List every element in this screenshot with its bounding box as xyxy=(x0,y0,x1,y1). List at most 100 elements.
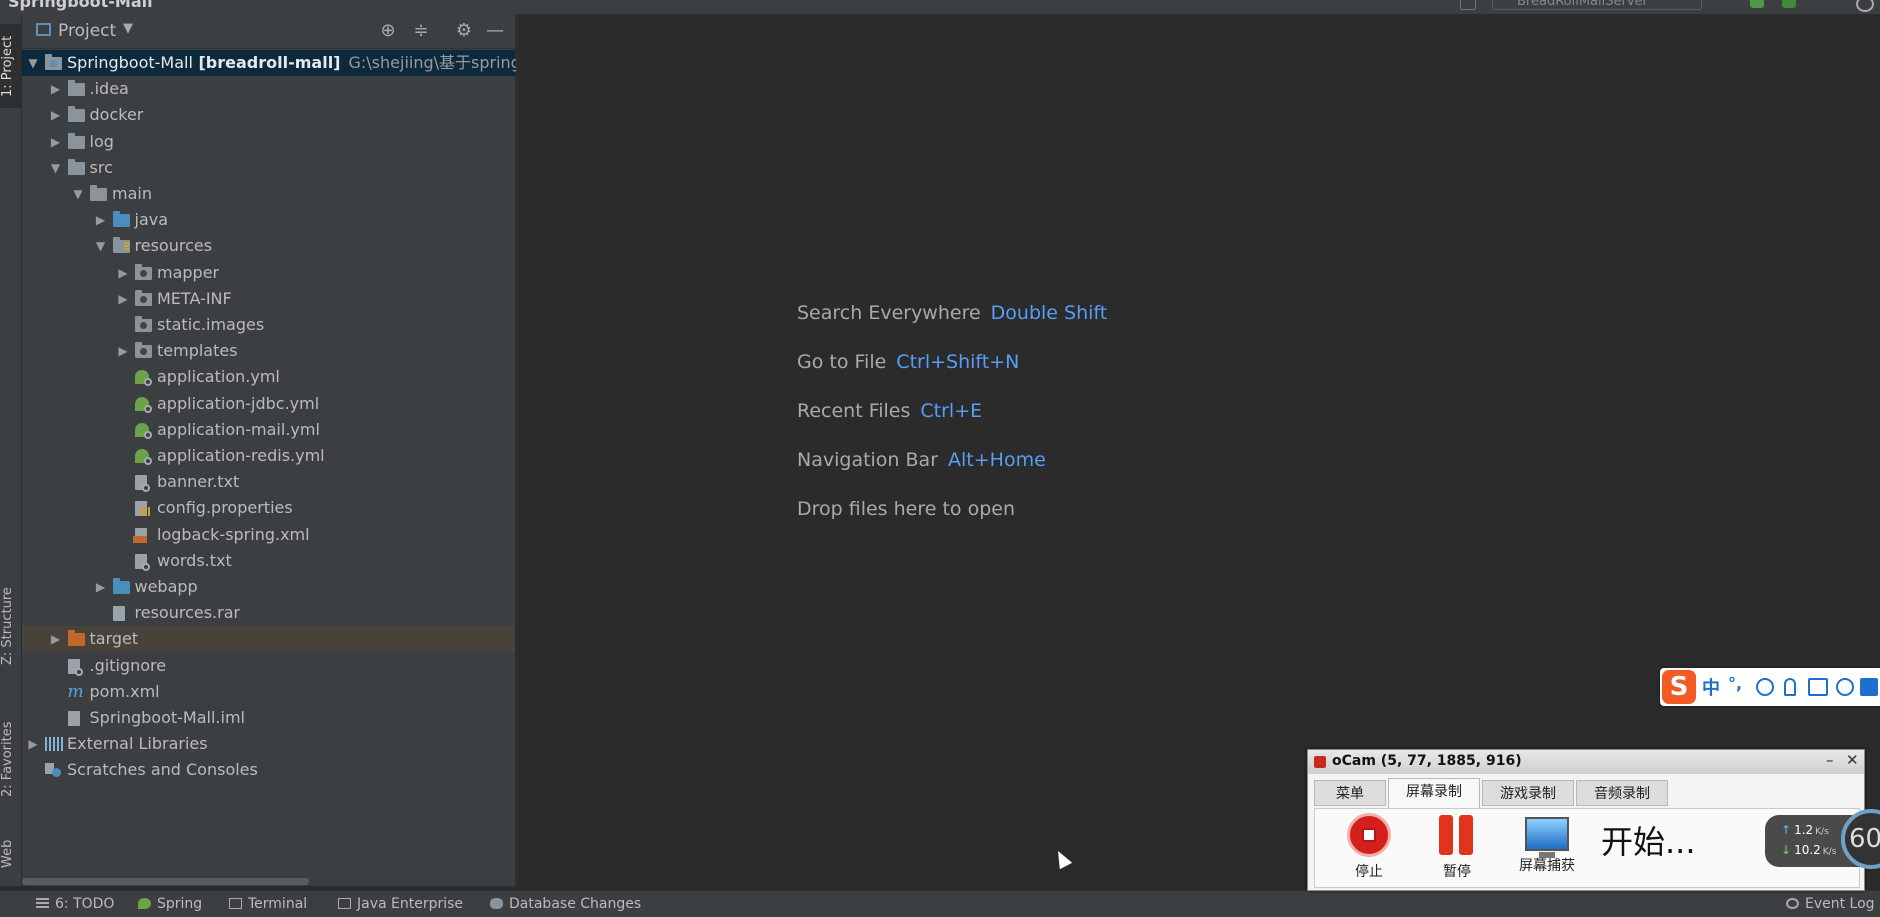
tree-item-name: Springboot-Mall xyxy=(67,53,193,72)
ime-mode-toggle[interactable]: 中 xyxy=(1702,674,1720,700)
tree-item[interactable]: application.yml xyxy=(22,364,515,390)
terminal-tool-button[interactable]: Terminal xyxy=(229,896,307,912)
stop-button[interactable]: 停止 xyxy=(1339,813,1399,881)
event-log-tool-button[interactable]: Event Log xyxy=(1786,896,1875,912)
tree-item-name: webapp xyxy=(134,577,198,596)
tree-item[interactable]: ▼ resources xyxy=(22,233,515,259)
keyboard-icon[interactable] xyxy=(1808,678,1828,696)
tree-item[interactable]: config.properties xyxy=(22,495,515,521)
tree-item[interactable]: application-jdbc.yml xyxy=(22,391,515,417)
tree-item[interactable]: m pom.xml xyxy=(22,679,515,705)
tree-item[interactable]: application-mail.yml xyxy=(22,417,515,443)
emoji-icon[interactable] xyxy=(1756,678,1774,696)
ocam-tab-menu[interactable]: 菜单 xyxy=(1314,780,1386,806)
hide-panel-icon[interactable]: — xyxy=(483,19,507,43)
tree-item-name: pom.xml xyxy=(89,681,160,701)
folder-icon xyxy=(67,132,85,149)
chevron-down-icon[interactable]: ▼ xyxy=(94,233,108,259)
tree-item[interactable]: application-redis.yml xyxy=(22,443,515,469)
upload-rate: 1.2 xyxy=(1794,823,1814,837)
chevron-right-icon[interactable]: ▶ xyxy=(116,286,130,312)
java-enterprise-tool-button[interactable]: Java Enterprise xyxy=(338,896,463,912)
tree-item[interactable]: static.images xyxy=(22,312,515,338)
tree-item[interactable]: Scratches and Consoles xyxy=(22,757,515,783)
tree-item-label: static.images xyxy=(157,312,264,338)
tree-item[interactable]: ▶ java xyxy=(22,207,515,233)
layout-icon[interactable] xyxy=(1460,0,1476,10)
java-enterprise-label: Java Enterprise xyxy=(357,896,464,912)
tool-tab-web[interactable]: Web xyxy=(0,824,21,884)
todo-tool-button[interactable]: 6: TODO xyxy=(36,896,114,912)
run-config-selector[interactable]: BreadRollMallServer xyxy=(1492,0,1702,10)
ocam-app-icon xyxy=(1314,756,1326,768)
tool-tab-project[interactable]: 1: Project xyxy=(0,24,21,108)
search-icon[interactable] xyxy=(1856,0,1874,12)
tree-item[interactable]: banner.txt xyxy=(22,469,515,495)
skin-icon[interactable] xyxy=(1860,678,1878,696)
project-panel-title[interactable]: Project xyxy=(58,21,116,41)
chevron-down-icon[interactable]: ▼ xyxy=(49,155,63,181)
minimize-icon[interactable]: – xyxy=(1826,751,1834,769)
horizontal-scrollbar[interactable] xyxy=(22,878,309,885)
folder-icon xyxy=(67,158,85,175)
tree-item-name: resources xyxy=(134,236,213,256)
tree-item[interactable]: ▶ docker xyxy=(22,102,515,128)
pause-button[interactable]: 暂停 xyxy=(1427,813,1487,881)
debug-icon[interactable] xyxy=(1750,0,1764,8)
tree-item-name: Springboot-Mall.iml xyxy=(89,708,245,727)
tree-item-label: logback-spring.xml xyxy=(157,522,310,548)
tree-item[interactable]: ▶ META-INF xyxy=(22,286,515,312)
tree-item[interactable]: ▶ .idea xyxy=(22,76,515,102)
chevron-right-icon[interactable]: ▶ xyxy=(26,731,40,757)
ime-punctuation-toggle[interactable]: °, xyxy=(1728,674,1742,693)
sogou-logo-icon[interactable]: S xyxy=(1662,670,1696,704)
chevron-right-icon[interactable]: ▶ xyxy=(49,76,63,102)
tree-item[interactable]: ▶ target xyxy=(22,626,515,653)
tree-item[interactable]: ▼ Springboot-Mall [breadroll-mall] G:\shej… xyxy=(22,50,557,76)
tree-item[interactable]: ▶ mapper xyxy=(22,260,515,286)
close-icon[interactable]: ✕ xyxy=(1846,751,1859,769)
tree-item[interactable]: ▼ src xyxy=(22,155,515,181)
ocam-tab-game-record[interactable]: 游戏录制 xyxy=(1482,780,1574,806)
chevron-right-icon[interactable]: ▶ xyxy=(116,260,130,286)
spring-tool-button[interactable]: Spring xyxy=(138,896,202,912)
chevron-right-icon[interactable]: ▶ xyxy=(94,207,108,233)
screen-capture-button[interactable]: 屏幕捕获 xyxy=(1515,813,1579,875)
locate-file-icon[interactable]: ⊕ xyxy=(376,19,400,43)
collapse-all-icon[interactable]: ≑ xyxy=(409,19,433,43)
ocam-tab-audio-record[interactable]: 音频录制 xyxy=(1576,780,1668,806)
coverage-icon[interactable] xyxy=(1782,0,1796,8)
ocam-tab-screen-record[interactable]: 屏幕录制 xyxy=(1388,778,1480,808)
chevron-down-icon[interactable]: ▼ xyxy=(123,21,133,36)
chevron-right-icon[interactable]: ▶ xyxy=(49,102,63,128)
tree-item-name: words.txt xyxy=(157,550,232,570)
chevron-down-icon[interactable]: ▼ xyxy=(26,50,40,76)
tool-tab-structure[interactable]: Z: Structure xyxy=(0,576,21,676)
hint-drop-files: Drop files here to open xyxy=(797,498,1015,520)
tree-item[interactable]: .gitignore xyxy=(22,653,515,679)
tree-item[interactable]: ▶ log xyxy=(22,129,515,155)
chevron-right-icon[interactable]: ▶ xyxy=(94,574,108,600)
tree-item[interactable]: ▼ main xyxy=(22,181,515,207)
chevron-down-icon[interactable]: ▼ xyxy=(71,181,85,207)
chevron-right-icon[interactable]: ▶ xyxy=(49,129,63,155)
database-changes-tool-button[interactable]: Database Changes xyxy=(490,896,641,912)
tree-item-label: resources.rar xyxy=(135,600,241,626)
library-icon xyxy=(45,737,63,752)
tree-item[interactable]: Springboot-Mall.iml xyxy=(22,705,515,731)
chevron-right-icon[interactable]: ▶ xyxy=(49,626,63,652)
properties-file-icon xyxy=(135,501,150,517)
text-file-icon xyxy=(135,553,150,571)
ocam-title-bar[interactable]: oCam (5, 77, 1885, 916) – ✕ xyxy=(1308,750,1864,774)
user-icon[interactable] xyxy=(1836,678,1854,696)
tree-item[interactable]: ▶ External Libraries xyxy=(22,731,515,757)
tree-item[interactable]: resources.rar xyxy=(22,600,515,626)
gear-icon[interactable]: ⚙ xyxy=(452,19,476,43)
microphone-icon[interactable] xyxy=(1784,678,1796,696)
tree-item[interactable]: ▶ templates xyxy=(22,338,515,364)
chevron-right-icon[interactable]: ▶ xyxy=(116,338,130,364)
tree-item[interactable]: logback-spring.xml xyxy=(22,522,515,548)
tree-item[interactable]: ▶ webapp xyxy=(22,574,515,600)
tool-tab-favorites[interactable]: 2: Favorites xyxy=(0,704,21,814)
tree-item[interactable]: words.txt xyxy=(22,548,515,574)
